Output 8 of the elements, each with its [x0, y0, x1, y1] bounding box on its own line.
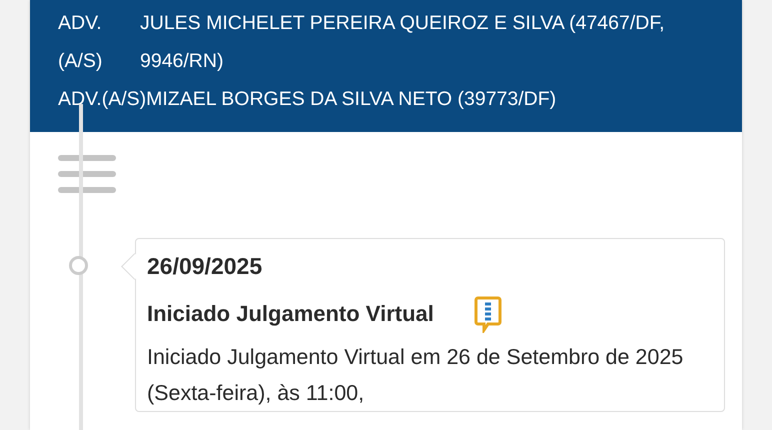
- document-comment-icon[interactable]: [474, 295, 502, 333]
- timeline-marker: [69, 256, 88, 275]
- party-role: ADV. (A/S): [58, 11, 104, 74]
- event-title: Iniciado Julgamento Virtual: [147, 301, 434, 327]
- event-date: 26/09/2025: [147, 252, 262, 281]
- party-line: ADV.(A/S)MIZAEL BORGES DA SILVA NETO (39773/DF): [58, 87, 558, 112]
- party-name: JULES MICHELET PEREIRA QUEIROZ E SILVA (47467/DF, 9946/RN): [140, 11, 666, 74]
- event-description: Iniciado Julgamento Virtual em 26 de Setembro de 2025 (Sexta-feira), às 11:00,: [147, 344, 684, 407]
